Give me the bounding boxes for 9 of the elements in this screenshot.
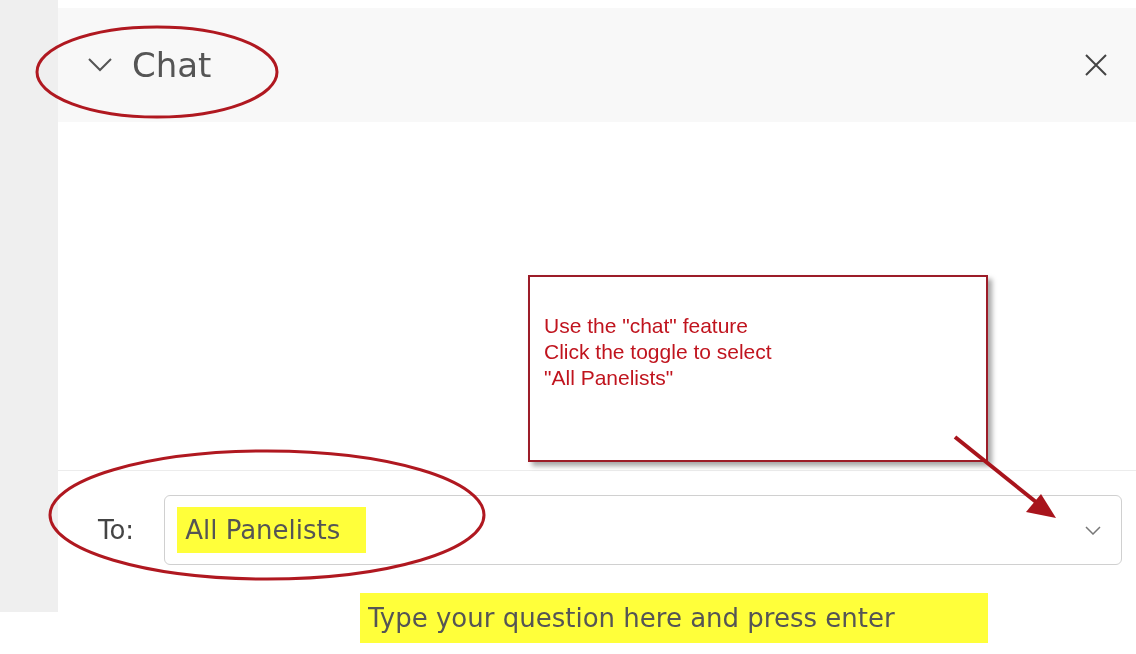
chevron-icon: [88, 58, 112, 72]
panel-title[interactable]: Chat: [88, 45, 212, 85]
message-field[interactable]: Type your question here and press enter: [360, 593, 988, 643]
callout-text: Click the toggle to select: [544, 339, 773, 365]
callout-text: Use the "chat" feature: [544, 313, 750, 339]
chevron-icon: [1085, 525, 1101, 535]
callout-text: "All Panelists": [544, 365, 675, 391]
to-label: To:: [98, 515, 135, 545]
recipient-dropdown[interactable]: All Panelists: [164, 495, 1122, 565]
